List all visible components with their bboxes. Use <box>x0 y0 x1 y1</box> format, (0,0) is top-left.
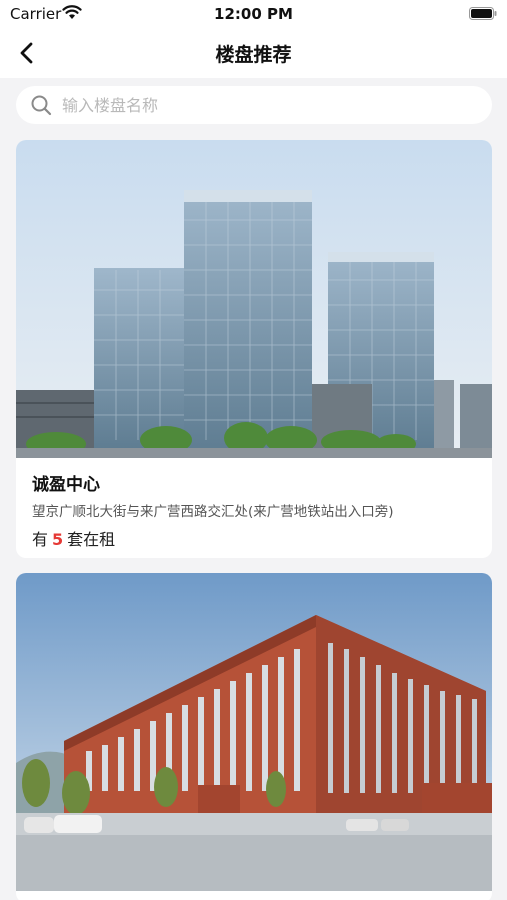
rent-availability: 有 5 套在租 <box>32 526 115 550</box>
search-input[interactable] <box>62 90 472 120</box>
battery-icon <box>469 7 497 20</box>
page-title: 楼盘推荐 <box>215 44 292 66</box>
navigation-bar: 楼盘推荐 <box>0 28 507 78</box>
building-card[interactable] <box>16 573 492 900</box>
building-photo <box>16 573 492 891</box>
building-photo <box>16 140 492 458</box>
building-name: 诚盈中心 <box>32 475 100 495</box>
rent-prefix: 有 <box>32 530 49 549</box>
building-card[interactable]: 诚盈中心 望京广顺北大街与来广营西路交汇处(来广营地铁站出入口旁) 有 5 套在租 <box>16 140 492 558</box>
search-bar[interactable] <box>16 86 492 124</box>
building-address: 望京广顺北大街与来广营西路交汇处(来广营地铁站出入口旁) <box>32 504 394 520</box>
rent-suffix: 套在租 <box>67 530 116 549</box>
rent-count: 5 <box>52 530 64 549</box>
search-icon <box>31 95 52 116</box>
clock: 12:00 PM <box>214 5 293 23</box>
status-bar: Carrier 12:00 PM <box>0 0 507 28</box>
